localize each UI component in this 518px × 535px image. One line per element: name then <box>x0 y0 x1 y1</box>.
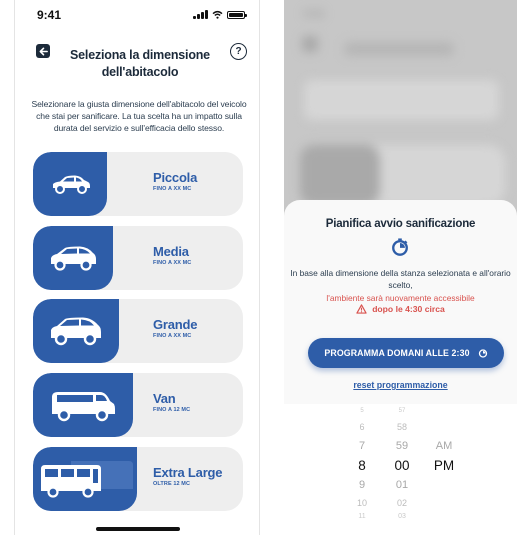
small-car-icon <box>33 152 107 216</box>
schedule-screen: 9:41 Pianifica avvio sanificazione In ba… <box>284 0 517 535</box>
picker-row: 10 02 <box>284 498 517 514</box>
reset-schedule-link[interactable]: reset programmazione <box>284 380 517 390</box>
picker-row: 9 01 <box>284 479 517 495</box>
status-time: 9:41 <box>304 9 325 20</box>
size-option-label: Piccola <box>153 170 198 185</box>
picker-hour[interactable]: 11 <box>348 513 376 520</box>
size-option-extra-large[interactable]: Extra Large OLTRE 12 MC <box>33 447 243 511</box>
picker-hour[interactable]: 10 <box>348 498 376 508</box>
signal-icon <box>193 10 208 19</box>
size-option-capacity: FINO A XX MC <box>153 186 192 192</box>
van-icon <box>33 373 133 437</box>
picker-minute[interactable]: 58 <box>384 422 420 432</box>
size-option-capacity: FINO A XX MC <box>153 333 192 339</box>
picker-hour[interactable]: 9 <box>348 479 376 491</box>
sheet-title: Pianifica avvio sanificazione <box>325 218 476 230</box>
size-option-grande[interactable]: Grande FINO A XX MC <box>33 299 243 363</box>
sheet-warning-time: dopo le 4:30 circa <box>284 304 517 314</box>
home-indicator <box>96 527 180 531</box>
status-time: 9:41 <box>37 8 62 22</box>
size-option-piccola[interactable]: Piccola FINO A XX MC <box>33 152 243 216</box>
size-option-media[interactable]: Media FINO A XX MC <box>33 226 243 290</box>
size-option-label: Extra Large <box>153 465 223 480</box>
timer-icon <box>478 349 487 358</box>
size-option-capacity: FINO A 12 MC <box>153 407 191 413</box>
help-button[interactable]: ? <box>230 43 247 60</box>
size-option-capacity: OLTRE 12 MC <box>153 481 191 487</box>
picker-row: 11 03 <box>284 513 517 529</box>
page-title: Seleziona la dimensione dell'abitacolo <box>70 48 210 79</box>
picker-ampm[interactable]: PM <box>430 458 458 473</box>
picker-row: 6 58 <box>284 422 517 438</box>
warning-time-label: dopo le 4:30 circa <box>372 304 445 314</box>
picker-hour[interactable]: 5 <box>348 408 376 414</box>
size-option-label: Van <box>153 391 176 406</box>
picker-hour[interactable]: 6 <box>348 422 376 432</box>
size-selection-screen: 9:41 Seleziona la dimensione dell'abitac… <box>14 0 260 535</box>
battery-icon <box>227 11 247 19</box>
schedule-button[interactable]: PROGRAMMA DOMANI ALLE 2:30 <box>308 338 504 368</box>
picker-row-selected: 8 00 PM <box>284 458 517 474</box>
time-picker[interactable]: 5 57 6 58 7 59 AM 8 00 PM 9 01 10 02 11 … <box>284 404 517 535</box>
status-icons <box>193 10 247 19</box>
size-option-capacity: FINO A XX MC <box>153 260 192 266</box>
help-icon: ? <box>235 46 242 57</box>
sheet-info-text: In base alla dimensione della stanza sel… <box>290 268 511 291</box>
picker-hour[interactable]: 7 <box>348 440 376 452</box>
picker-minute[interactable]: 57 <box>384 408 420 414</box>
status-bar: 9:41 <box>15 0 259 30</box>
size-option-label: Media <box>153 244 189 259</box>
picker-hour[interactable]: 8 <box>348 458 376 473</box>
size-option-van[interactable]: Van FINO A 12 MC <box>33 373 243 437</box>
picker-minute[interactable]: 01 <box>384 479 420 491</box>
picker-row: 7 59 AM <box>284 440 517 456</box>
picker-minute[interactable]: 00 <box>384 458 420 473</box>
picker-ampm[interactable]: AM <box>430 440 458 452</box>
schedule-sheet: Pianifica avvio sanificazione In base al… <box>284 200 517 535</box>
bus-icon <box>33 447 137 511</box>
arrow-left-icon <box>39 47 48 55</box>
warning-icon <box>356 304 367 314</box>
size-option-label: Grande <box>153 317 198 332</box>
sheet-warning-text: l'ambiente sarà nuovamente accessibile <box>326 293 475 303</box>
picker-minute[interactable]: 03 <box>384 513 420 520</box>
back-button[interactable] <box>36 44 50 58</box>
page-description: Selezionare la giusta dimensione dell'ab… <box>31 99 247 134</box>
medium-car-icon <box>33 226 113 290</box>
large-car-icon <box>33 299 119 363</box>
picker-minute[interactable]: 59 <box>384 440 420 452</box>
wifi-icon <box>212 10 223 19</box>
timer-icon <box>392 238 408 256</box>
picker-minute[interactable]: 02 <box>384 498 420 508</box>
schedule-button-label: PROGRAMMA DOMANI ALLE 2:30 <box>324 348 470 358</box>
